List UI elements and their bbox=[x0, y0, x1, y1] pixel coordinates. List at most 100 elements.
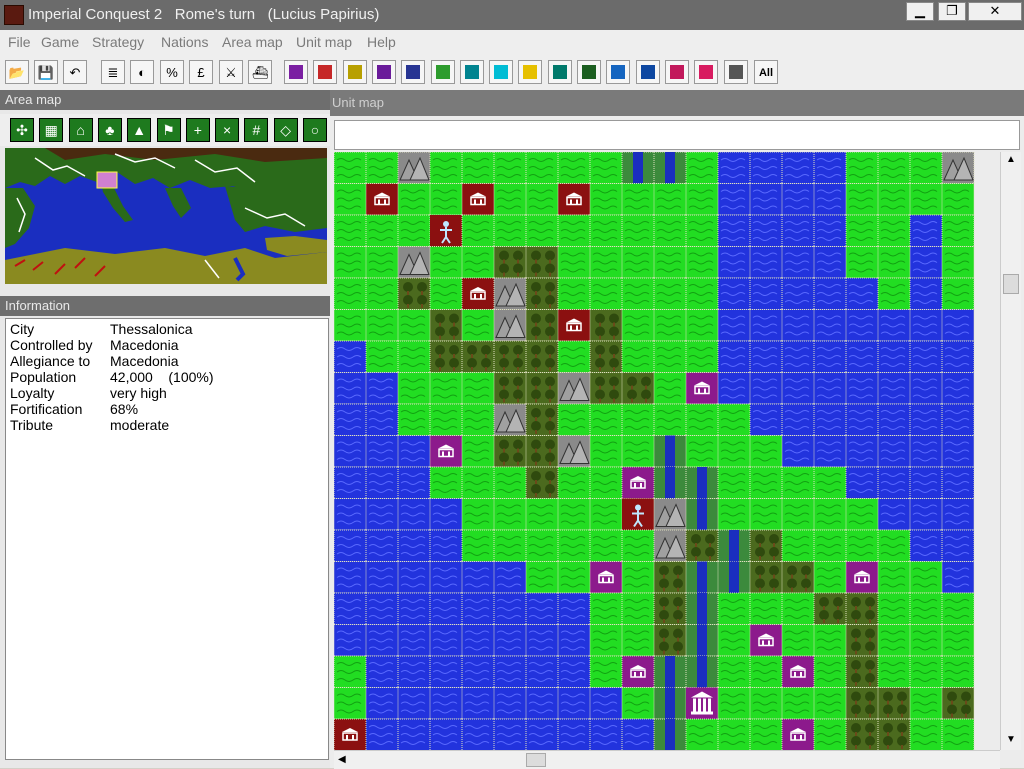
ship-icon[interactable]: ⛴ bbox=[248, 60, 272, 84]
nation-temple-button-2[interactable] bbox=[313, 60, 338, 84]
map-tile[interactable] bbox=[461, 309, 495, 342]
map-tile[interactable] bbox=[365, 561, 399, 594]
map-tile[interactable] bbox=[653, 466, 687, 499]
map-tile[interactable] bbox=[365, 435, 399, 468]
map-tile[interactable] bbox=[941, 183, 975, 216]
map-tile[interactable] bbox=[909, 246, 943, 279]
map-tile[interactable] bbox=[909, 340, 943, 373]
map-tile[interactable] bbox=[334, 624, 367, 657]
map-tile[interactable] bbox=[941, 624, 975, 657]
map-tile[interactable] bbox=[493, 309, 527, 342]
map-tile[interactable] bbox=[813, 340, 847, 373]
map-tile[interactable] bbox=[557, 183, 591, 216]
map-tile[interactable] bbox=[941, 152, 975, 184]
map-tile[interactable] bbox=[621, 687, 655, 720]
map-tile[interactable] bbox=[589, 655, 623, 688]
map-tile[interactable] bbox=[845, 214, 879, 247]
vertical-scroll-thumb[interactable] bbox=[1003, 274, 1019, 294]
map-tile[interactable] bbox=[334, 340, 367, 373]
map-tile[interactable] bbox=[621, 466, 655, 499]
maximize-button[interactable]: ❐ bbox=[938, 2, 966, 21]
map-tile[interactable] bbox=[334, 498, 367, 531]
map-tile[interactable] bbox=[941, 403, 975, 436]
map-tile[interactable] bbox=[493, 403, 527, 436]
map-tile[interactable] bbox=[781, 152, 815, 184]
map-tile[interactable] bbox=[813, 624, 847, 657]
map-tile[interactable] bbox=[749, 403, 783, 436]
map-tile[interactable] bbox=[909, 403, 943, 436]
map-tile[interactable] bbox=[813, 183, 847, 216]
map-tile[interactable] bbox=[557, 214, 591, 247]
map-tile[interactable] bbox=[493, 529, 527, 562]
map-tile[interactable] bbox=[685, 529, 719, 562]
map-tile[interactable] bbox=[429, 687, 463, 720]
map-tile[interactable] bbox=[525, 214, 559, 247]
map-tile[interactable] bbox=[334, 246, 367, 279]
map-tile[interactable] bbox=[685, 718, 719, 750]
nation-temple-button-15[interactable] bbox=[694, 60, 719, 84]
map-tile[interactable] bbox=[941, 687, 975, 720]
map-tile[interactable] bbox=[653, 183, 687, 216]
map-tile[interactable] bbox=[525, 277, 559, 310]
map-tile[interactable] bbox=[365, 372, 399, 405]
map-tile[interactable] bbox=[685, 214, 719, 247]
map-tile[interactable] bbox=[493, 435, 527, 468]
map-tile[interactable] bbox=[461, 655, 495, 688]
map-tile[interactable] bbox=[621, 498, 655, 531]
menu-strategy[interactable]: Strategy bbox=[92, 34, 144, 50]
map-tile[interactable] bbox=[557, 435, 591, 468]
map-tile[interactable] bbox=[877, 687, 911, 720]
hash-grid-icon[interactable]: # bbox=[244, 118, 269, 142]
map-tile[interactable] bbox=[877, 340, 911, 373]
map-tile[interactable] bbox=[877, 592, 911, 625]
map-tile[interactable] bbox=[717, 403, 751, 436]
map-tile[interactable] bbox=[525, 687, 559, 720]
map-tile[interactable] bbox=[365, 246, 399, 279]
map-tile[interactable] bbox=[653, 340, 687, 373]
map-tile[interactable] bbox=[877, 183, 911, 216]
map-tile[interactable] bbox=[589, 592, 623, 625]
map-tile[interactable] bbox=[877, 214, 911, 247]
map-tile[interactable] bbox=[589, 152, 623, 184]
area-minimap[interactable] bbox=[5, 148, 327, 284]
map-tile[interactable] bbox=[877, 309, 911, 342]
map-tile[interactable] bbox=[717, 529, 751, 562]
map-tile[interactable] bbox=[845, 152, 879, 184]
map-tile[interactable] bbox=[717, 152, 751, 184]
map-tile[interactable] bbox=[845, 183, 879, 216]
map-tile[interactable] bbox=[493, 466, 527, 499]
map-tile[interactable] bbox=[653, 277, 687, 310]
city-view-icon[interactable]: ▦ bbox=[39, 118, 64, 142]
map-tile[interactable] bbox=[941, 529, 975, 562]
map-tile[interactable] bbox=[685, 152, 719, 184]
map-tile[interactable] bbox=[461, 529, 495, 562]
map-tile[interactable] bbox=[461, 592, 495, 625]
map-tile[interactable] bbox=[397, 435, 431, 468]
map-tile[interactable] bbox=[813, 435, 847, 468]
map-tile[interactable] bbox=[877, 624, 911, 657]
circle-icon[interactable]: ○ bbox=[303, 118, 327, 142]
map-tile[interactable] bbox=[525, 655, 559, 688]
map-tile[interactable] bbox=[525, 309, 559, 342]
map-tile[interactable] bbox=[941, 561, 975, 594]
map-tile[interactable] bbox=[941, 309, 975, 342]
map-tile[interactable] bbox=[877, 372, 911, 405]
map-tile[interactable] bbox=[621, 435, 655, 468]
map-tile[interactable] bbox=[653, 214, 687, 247]
map-tile[interactable] bbox=[909, 624, 943, 657]
map-tile[interactable] bbox=[557, 277, 591, 310]
scroll-down-arrow-icon[interactable]: ▼ bbox=[1006, 734, 1016, 745]
map-tile[interactable] bbox=[397, 403, 431, 436]
map-tile[interactable] bbox=[845, 309, 879, 342]
map-tile[interactable] bbox=[909, 183, 943, 216]
map-tile[interactable] bbox=[653, 718, 687, 750]
temple-icon[interactable]: ⌂ bbox=[68, 118, 93, 142]
map-tile[interactable] bbox=[589, 340, 623, 373]
map-tile[interactable] bbox=[813, 403, 847, 436]
map-tile[interactable] bbox=[621, 592, 655, 625]
map-tile[interactable] bbox=[621, 183, 655, 216]
map-tile[interactable] bbox=[334, 718, 367, 750]
nation-temple-button-5[interactable] bbox=[401, 60, 426, 84]
nation-temple-button-6[interactable] bbox=[430, 60, 455, 84]
map-tile[interactable] bbox=[461, 561, 495, 594]
